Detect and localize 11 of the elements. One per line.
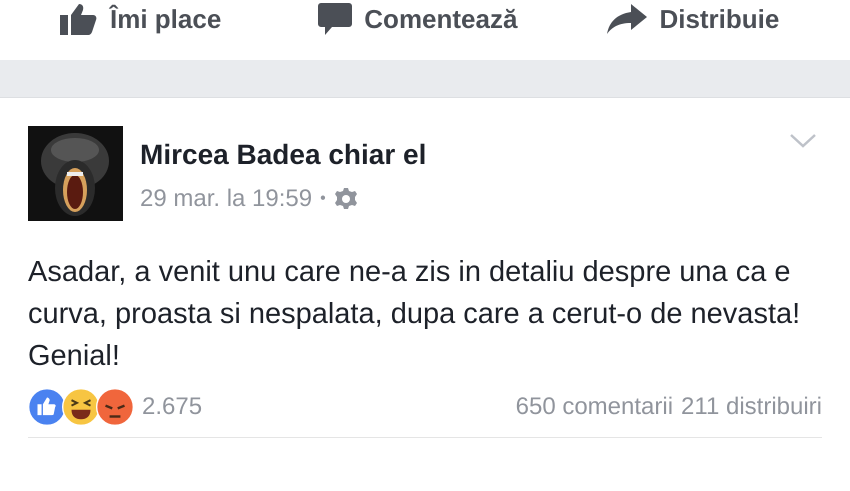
speech-bubble-icon bbox=[318, 3, 352, 35]
settings-icon bbox=[334, 187, 358, 211]
post-text: Asadar, a venit unu care ne-a zis in detaliu despre una ca e curva, proasta si nespalata, dupa care a cerut-o de nevasta! Genial! bbox=[28, 255, 802, 374]
action-button[interactable]: Distribuie bbox=[607, 2, 780, 36]
thumbs-up-icon bbox=[60, 3, 98, 35]
author-name[interactable]: Mircea Badea chiar el bbox=[140, 138, 426, 172]
chevron-down-icon[interactable] bbox=[790, 134, 816, 148]
action-button[interactable]: Comentează bbox=[318, 2, 518, 36]
separator-dot: • bbox=[320, 189, 326, 209]
action-button[interactable]: Îmi place bbox=[60, 2, 222, 36]
share-arrow-icon bbox=[607, 4, 648, 34]
